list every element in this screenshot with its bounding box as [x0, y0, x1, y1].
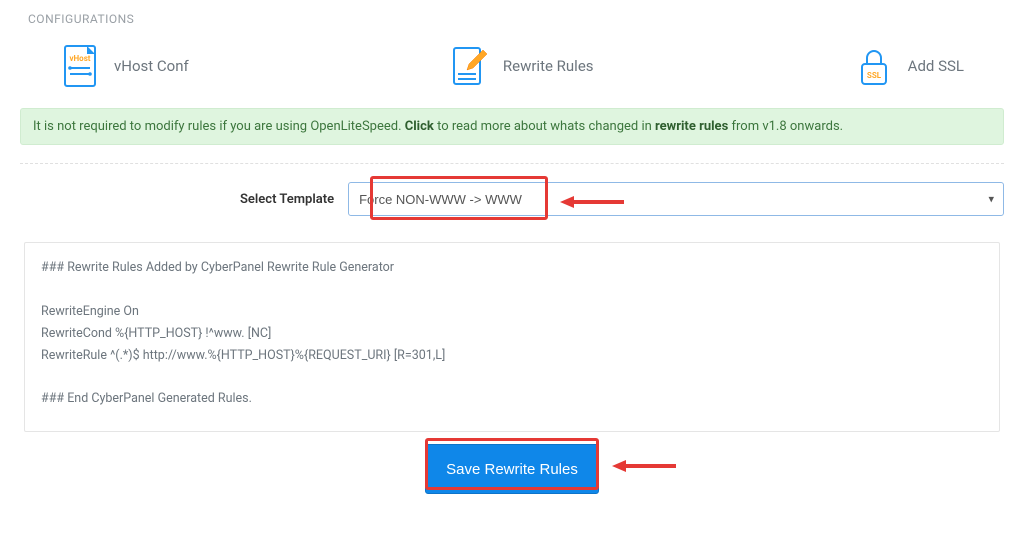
tab-vhost-conf[interactable]: vHost vHost Conf [60, 44, 189, 88]
template-select-wrap: Force NON-WWW -> WWW ▾ [348, 182, 1004, 216]
section-title: CONFIGURATIONS [28, 12, 1004, 26]
notice-text-pre: It is not required to modify rules if yo… [33, 119, 405, 134]
svg-text:vHost: vHost [69, 54, 90, 63]
svg-text:SSL: SSL [867, 71, 882, 80]
notice-click-word: Click [405, 119, 434, 134]
rewrite-icon [449, 44, 489, 88]
notice-text-post: from v1.8 onwards. [728, 119, 843, 134]
tab-label: Add SSL [908, 57, 964, 75]
tab-add-ssl[interactable]: SSL Add SSL [854, 44, 964, 88]
vhost-icon: vHost [60, 44, 100, 88]
select-template-label: Select Template [240, 192, 334, 207]
save-row: Save Rewrite Rules [20, 444, 1004, 494]
notice-text-mid: to read more about whats changed in [434, 119, 655, 134]
rewrite-rules-editor[interactable]: ### Rewrite Rules Added by CyberPanel Re… [24, 242, 1000, 432]
divider [20, 163, 1004, 164]
ssl-lock-icon: SSL [854, 44, 894, 88]
save-rewrite-rules-button[interactable]: Save Rewrite Rules [425, 444, 599, 494]
info-notice[interactable]: It is not required to modify rules if yo… [20, 108, 1004, 145]
select-template-row: Select Template Force NON-WWW -> WWW ▾ [20, 182, 1004, 216]
tabs-row: vHost vHost Conf Rewrite Rules [20, 44, 1004, 88]
tab-label: vHost Conf [114, 57, 189, 75]
tab-rewrite-rules[interactable]: Rewrite Rules [449, 44, 594, 88]
notice-rewrite-bold: rewrite rules [655, 119, 728, 134]
template-select[interactable]: Force NON-WWW -> WWW [348, 182, 1004, 216]
annotation-arrow-icon [560, 196, 624, 208]
tab-label: Rewrite Rules [503, 57, 594, 75]
annotation-arrow-icon [612, 460, 676, 472]
